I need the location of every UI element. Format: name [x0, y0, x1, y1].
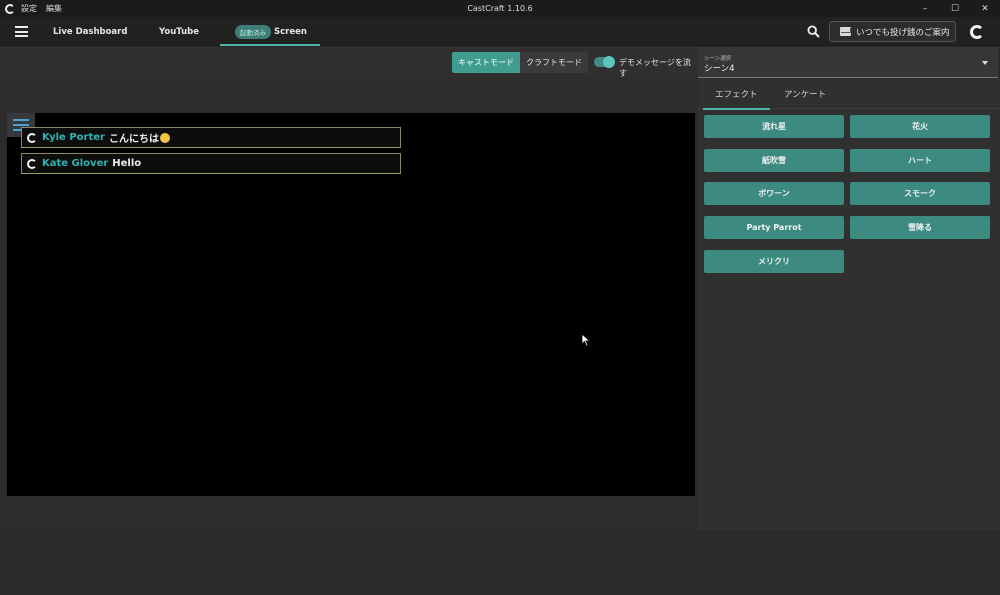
effect-smoke-button[interactable]: スモーク [850, 182, 990, 205]
demo-message-toggle[interactable] [594, 56, 615, 68]
mode-switch: キャストモード クラフトモード [452, 52, 588, 73]
toggle-knob [603, 56, 615, 68]
effect-shooting-star-button[interactable]: 流れ星 [704, 115, 844, 138]
tab-effects[interactable]: エフェクト [703, 78, 769, 110]
envelope-icon [840, 27, 851, 36]
cast-mode-button[interactable]: キャストモード [452, 52, 520, 73]
chat-message: Kyle Porter こんにちは [21, 127, 401, 148]
chat-text: Hello [112, 158, 142, 169]
scene-select[interactable]: シーン選択 シーン4 [698, 47, 998, 78]
effect-merry-christmas-button[interactable]: メリクリ [704, 250, 844, 273]
window-controls: – ☐ ✕ [910, 0, 1000, 17]
title-bar: 設定 編集 CastCraft 1.10.6 – ☐ ✕ [0, 0, 1000, 17]
craft-mode-button[interactable]: クラフトモード [520, 52, 588, 73]
scene-select-value: シーン4 [704, 64, 735, 74]
maximize-button[interactable]: ☐ [940, 0, 970, 17]
preview-bottom-strip [0, 496, 698, 531]
effect-snowfall-button[interactable]: 雪降る [850, 216, 990, 239]
preview-top-strip [0, 78, 698, 113]
effect-party-parrot-button[interactable]: Party Parrot [704, 216, 844, 239]
nav-bar: Live Dashboard YouTube 起動済み Screen いつでも投… [0, 17, 1000, 46]
search-icon[interactable] [807, 25, 820, 38]
tipping-guide-button[interactable]: いつでも投げ銭のご案内 [829, 21, 956, 42]
tipping-guide-label: いつでも投げ銭のご案内 [856, 27, 950, 38]
menu-edit[interactable]: 編集 [46, 3, 62, 14]
smile-emoji-icon [159, 132, 170, 143]
castcraft-chat-icon [27, 158, 37, 169]
demo-message-label: デモメッセージを流す [619, 58, 691, 78]
window-title: CastCraft 1.10.6 [467, 4, 533, 13]
chat-author: Kyle Porter [42, 132, 105, 143]
minimize-button[interactable]: – [910, 0, 940, 17]
chat-author: Kate Glover [42, 158, 109, 169]
hamburger-menu-icon[interactable] [15, 26, 28, 37]
tab-survey[interactable]: アンケート [784, 78, 826, 109]
castcraft-chat-icon [27, 132, 37, 143]
footer-area [0, 531, 1000, 595]
tab-live-dashboard[interactable]: Live Dashboard [53, 17, 127, 46]
effect-confetti-button[interactable]: 紙吹雪 [704, 149, 844, 172]
castcraft-logo-icon [970, 25, 984, 39]
app-logo-icon [5, 3, 15, 14]
dropdown-arrow-icon [982, 61, 988, 65]
running-badge: 起動済み [235, 24, 271, 39]
tab-screen[interactable]: 起動済み Screen [220, 17, 320, 46]
panel-tabs: エフェクト アンケート [698, 78, 1000, 110]
tab-youtube[interactable]: YouTube [159, 17, 199, 46]
screen-toolbar: キャストモード クラフトモード デモメッセージを流す [0, 47, 698, 78]
tab-youtube-label: YouTube [159, 26, 200, 37]
close-button[interactable]: ✕ [970, 0, 1000, 17]
effect-fireworks-button[interactable]: 花火 [850, 115, 990, 138]
castcraft-window: 設定 編集 CastCraft 1.10.6 – ☐ ✕ Live Dashbo… [0, 0, 1000, 595]
tab-screen-label: Screen [274, 26, 307, 37]
mouse-cursor-icon [581, 333, 591, 347]
scene-select-label: シーン選択 [704, 56, 732, 62]
chat-text: こんにちは [108, 134, 159, 145]
effects-panel: エフェクト アンケート 流れ星 花火 紙吹雪 ハート ボワーン スモーク Par… [698, 78, 1000, 531]
effect-bowan-button[interactable]: ボワーン [704, 182, 844, 205]
tab-live-dashboard-label: Live Dashboard [53, 26, 128, 37]
chat-message: Kate Glover Hello [21, 153, 401, 174]
menu-settings[interactable]: 設定 [21, 3, 37, 14]
effect-heart-button[interactable]: ハート [850, 149, 990, 172]
